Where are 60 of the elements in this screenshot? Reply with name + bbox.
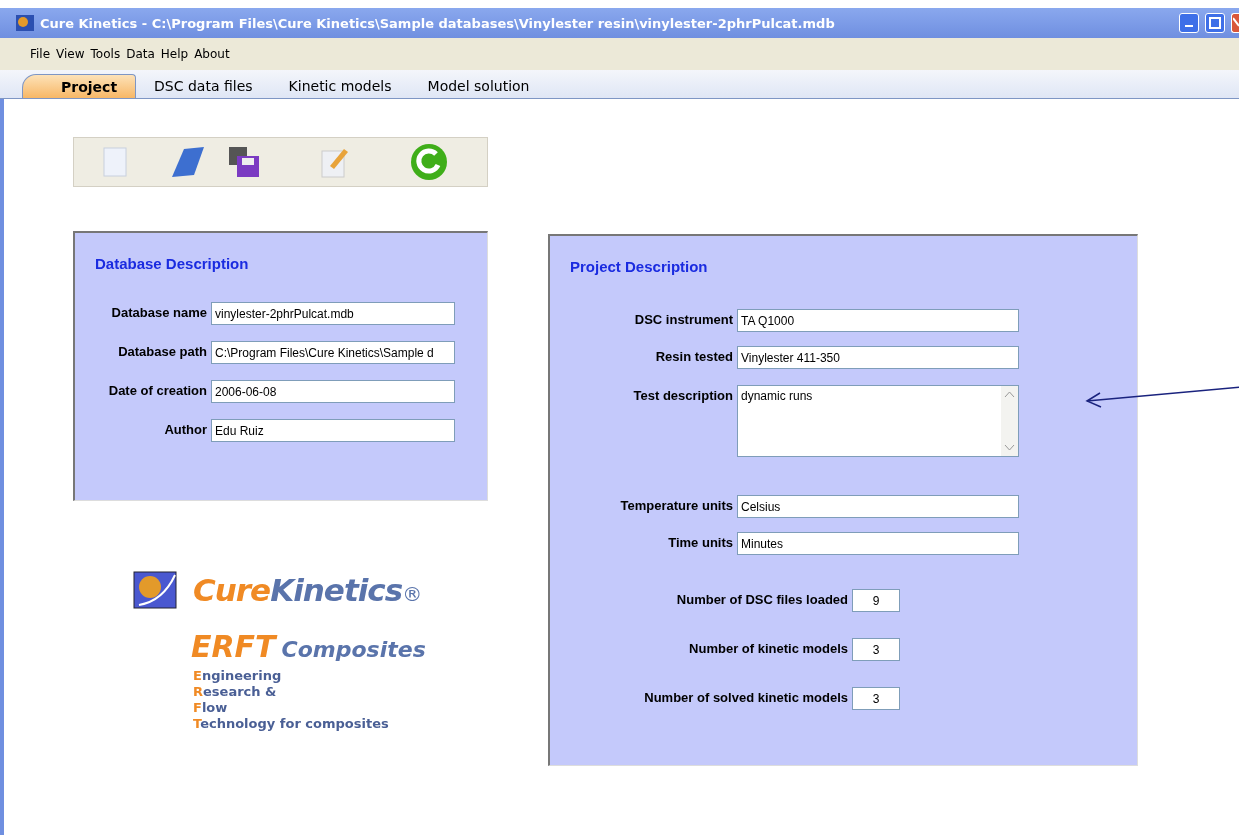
field-label: Number of solved kinetic models — [643, 689, 849, 705]
input-field[interactable]: Edu Ruiz — [211, 419, 455, 442]
menu-item[interactable]: Tools — [90, 47, 121, 61]
field-label: Database name — [110, 304, 208, 320]
blank-page-icon — [102, 147, 128, 177]
field-label: Author — [163, 421, 208, 437]
menu-item[interactable]: Help — [160, 47, 189, 61]
logo-text: ERFT — [191, 629, 276, 664]
menu-item[interactable]: View — [56, 47, 85, 61]
logo-text: Cure — [193, 572, 271, 608]
close-icon — [1232, 17, 1239, 29]
field-label: Temperature units — [619, 497, 734, 513]
toolbar-button[interactable] — [410, 143, 448, 181]
close-button[interactable] — [1231, 13, 1239, 33]
input-field[interactable]: vinylester-2phrPulcat.mdb — [211, 302, 455, 325]
input-field[interactable]: Vinylester 411-350 — [737, 346, 1019, 369]
pencil-on-page-icon — [320, 146, 350, 178]
input-field[interactable]: 2006-06-08 — [211, 380, 455, 403]
field-label: Test description — [632, 387, 734, 403]
save-icon — [228, 146, 260, 178]
input-field[interactable]: 3 — [852, 638, 900, 661]
field-label: Database path — [117, 343, 208, 359]
minimize-button[interactable] — [1179, 13, 1199, 33]
globe-logo-icon — [133, 571, 177, 609]
field-label: Date of creation — [107, 382, 208, 398]
panel-title: Database Description — [95, 255, 250, 272]
input-field[interactable]: 3 — [852, 687, 900, 710]
input-field[interactable]: C:\Program Files\Cure Kinetics\Sample d — [211, 341, 455, 364]
maximize-icon — [1209, 17, 1221, 29]
tab[interactable]: DSC data files — [136, 74, 271, 98]
logo-text: Kinetics — [270, 572, 403, 608]
menu-item[interactable]: File — [30, 47, 51, 61]
maximize-button[interactable] — [1205, 13, 1225, 33]
field-label: DSC instrument — [633, 311, 734, 327]
tab[interactable]: Kinetic models — [270, 74, 410, 98]
input-field[interactable]: Celsius — [737, 495, 1019, 518]
field-label: Resin tested — [654, 348, 734, 364]
tagline-text: Technology for composites — [193, 716, 389, 732]
input-field[interactable]: TA Q1000 — [737, 309, 1019, 332]
tab[interactable]: Project — [22, 74, 137, 98]
panel-title: Project Description — [570, 258, 709, 275]
window-title: Cure Kinetics - C:\Program Files\Cure Kinetics\Sample databases\Vinylester resin\vinylester-2phrPulcat.mdb — [40, 15, 836, 31]
refresh-icon — [410, 143, 448, 181]
registered-mark: ® — [402, 582, 422, 606]
input-field[interactable]: Minutes — [737, 532, 1019, 555]
tagline-text: Engineering — [193, 668, 282, 684]
field-label: Number of kinetic models — [688, 640, 849, 656]
toolbar-button[interactable] — [228, 146, 260, 178]
scrollbar[interactable] — [1001, 386, 1018, 456]
field-label: Number of DSC files loaded — [675, 591, 849, 607]
menu-item[interactable]: Data — [126, 47, 155, 61]
tagline-text: Research & — [193, 684, 277, 700]
menu-item[interactable]: About — [194, 47, 230, 61]
text-area[interactable]: dynamic runs — [737, 385, 1019, 457]
app-icon — [16, 15, 34, 31]
logo-text: Composites — [281, 637, 426, 662]
field-label: Time units — [667, 534, 734, 550]
tab[interactable]: Model solution — [409, 74, 548, 98]
input-field[interactable]: 9 — [852, 589, 900, 612]
tagline-text: Flow — [193, 700, 228, 716]
